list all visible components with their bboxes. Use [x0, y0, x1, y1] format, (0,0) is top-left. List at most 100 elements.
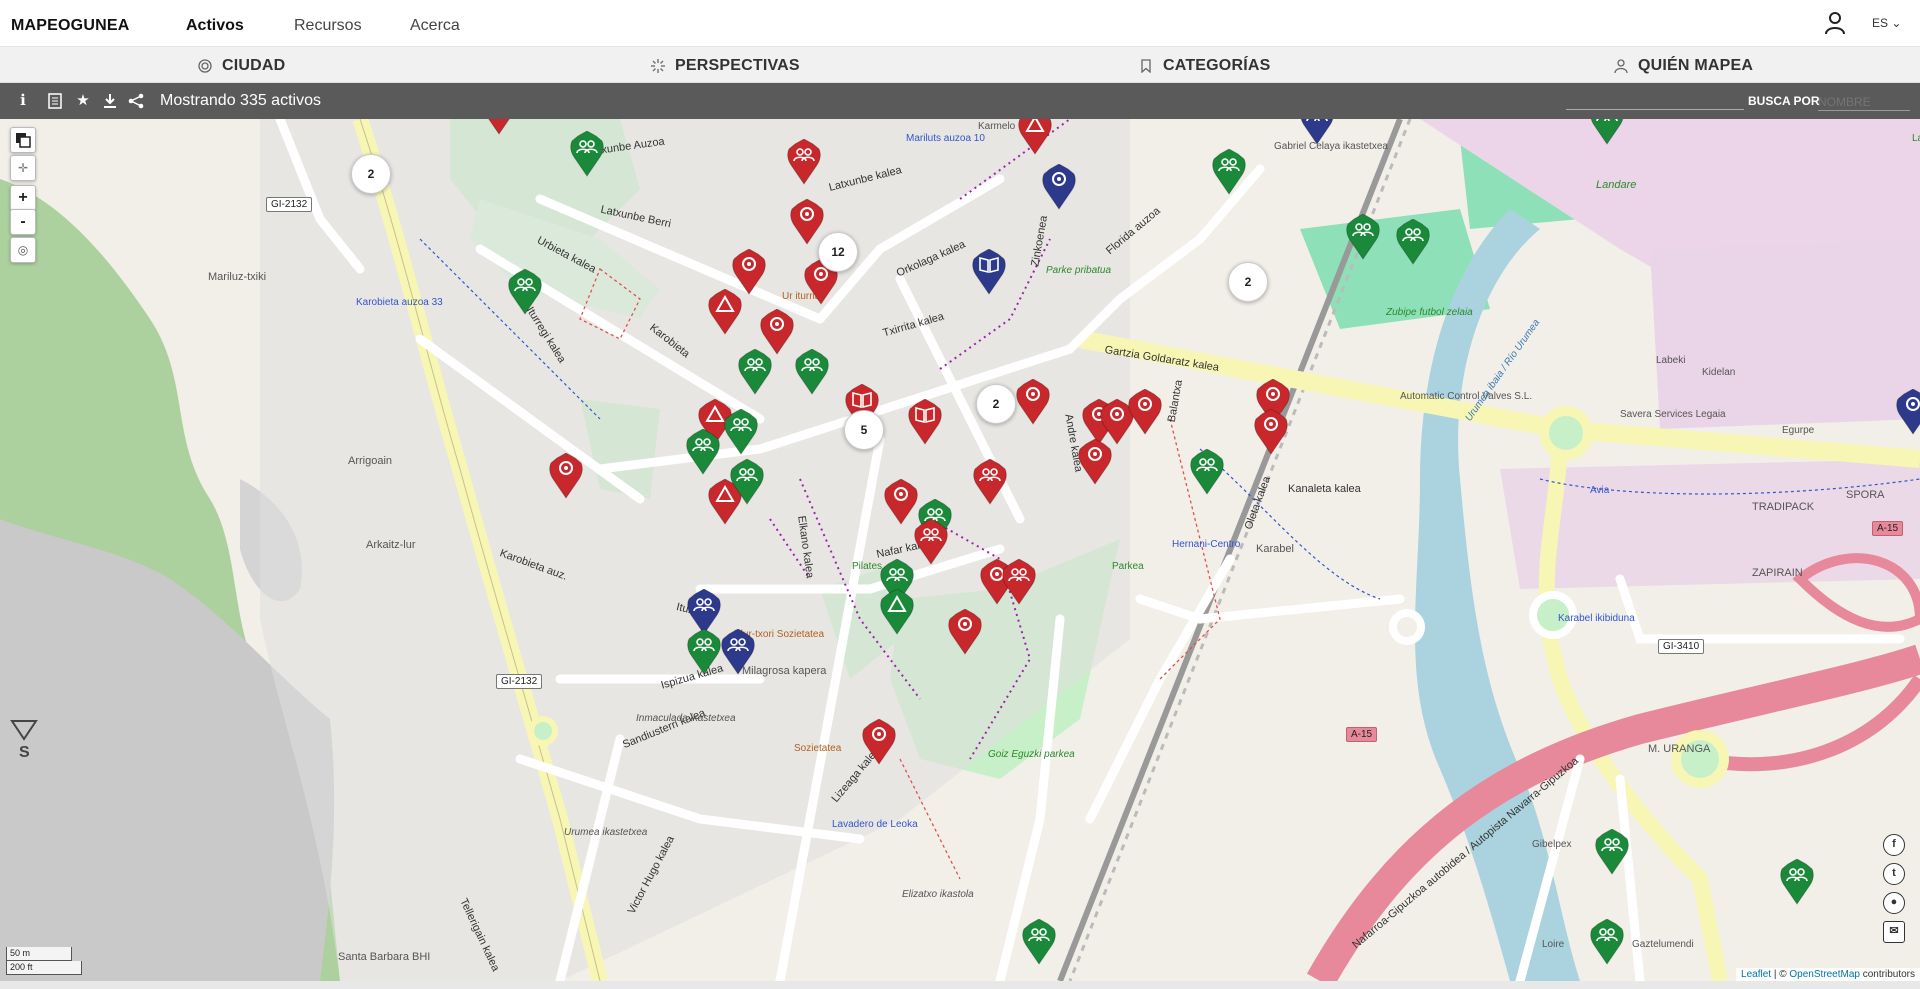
- place-label: Mariluz-txiki: [208, 271, 267, 283]
- location-asset-marker[interactable]: [1896, 389, 1920, 435]
- location-asset-marker[interactable]: [549, 453, 583, 499]
- zoom-out-button[interactable]: -: [10, 209, 36, 235]
- language-select[interactable]: ES ⌄: [1872, 16, 1901, 30]
- community-asset-marker[interactable]: [1780, 859, 1814, 905]
- community-asset-marker[interactable]: [1022, 919, 1056, 965]
- community-asset-marker[interactable]: [1346, 214, 1380, 260]
- filter-ciudad[interactable]: CIUDAD: [198, 57, 285, 75]
- nav-acerca[interactable]: Acerca: [410, 17, 460, 35]
- layers-toggle-button[interactable]: [10, 127, 36, 153]
- community-asset-marker[interactable]: [724, 409, 758, 455]
- road-shield: GI-3410: [1658, 639, 1705, 654]
- place-label: Loire: [1542, 939, 1565, 950]
- warning-asset-marker[interactable]: [1018, 119, 1052, 155]
- twitter-icon[interactable]: t: [1883, 863, 1905, 885]
- place-label: Avia: [1590, 485, 1610, 496]
- place-label: Urumea ikastetxea: [564, 827, 648, 838]
- locate-button[interactable]: ◎: [10, 237, 36, 263]
- attribution-tail: contributors: [1862, 969, 1915, 980]
- road-shield: A-15: [1346, 727, 1378, 742]
- filter-quien-mapea[interactable]: QUIÉN MAPEA: [1614, 57, 1753, 75]
- filter-perspectivas[interactable]: PERSPECTIVAS: [651, 57, 800, 75]
- community-asset-marker[interactable]: [508, 269, 542, 315]
- location-asset-marker[interactable]: [948, 609, 982, 655]
- fullscreen-button[interactable]: ✛: [10, 155, 36, 181]
- place-label: Elizatxo ikastola: [902, 889, 974, 900]
- location-asset-marker[interactable]: [790, 199, 824, 245]
- zoom-in-button[interactable]: +: [10, 185, 36, 211]
- map-canvas[interactable]: Latxunbe Auzoa Latxunbe Berri Urbieta ka…: [0, 119, 1920, 981]
- place-label: Karmelo: [978, 121, 1016, 132]
- location-asset-marker[interactable]: [862, 719, 896, 765]
- community-asset-marker[interactable]: [687, 629, 721, 675]
- community-asset-marker[interactable]: [721, 629, 755, 675]
- filter-bar: CIUDAD PERSPECTIVAS CATEGORÍAS QUIÉN MAP…: [0, 47, 1920, 83]
- share-icon[interactable]: [127, 92, 145, 110]
- map-toolbar: ℹ ★ Mostrando 335 activos BUSCA POR: [0, 83, 1920, 119]
- email-icon[interactable]: ✉: [1883, 921, 1905, 943]
- cluster-marker[interactable]: 2: [351, 154, 391, 194]
- location-asset-marker[interactable]: [884, 479, 918, 525]
- list-icon[interactable]: [46, 92, 64, 110]
- community-asset-marker[interactable]: [795, 349, 829, 395]
- location-asset-marker[interactable]: [482, 119, 516, 135]
- info-icon[interactable]: ℹ: [14, 92, 32, 110]
- place-label: Labeki: [1656, 355, 1686, 366]
- top-nav: MAPEOGUNEA Activos Recursos Acerca ES ⌄: [0, 0, 1920, 47]
- scale-metric: 50 m: [6, 947, 72, 961]
- place-label: Savera Services Legaia: [1620, 409, 1726, 420]
- warning-asset-marker[interactable]: [708, 289, 742, 335]
- community-asset-marker[interactable]: [1590, 919, 1624, 965]
- filter-ciudad-label: CIUDAD: [222, 57, 286, 74]
- cluster-marker[interactable]: 5: [844, 410, 884, 450]
- cluster-marker[interactable]: 2: [1228, 262, 1268, 302]
- place-label: Parke pribatua: [1046, 265, 1112, 276]
- road-shield: GI-2132: [266, 197, 313, 212]
- place-label: M. URANGA: [1648, 743, 1711, 755]
- move-icon: ✛: [17, 161, 29, 175]
- warning-asset-marker[interactable]: [880, 589, 914, 635]
- community-asset-marker[interactable]: [1300, 119, 1334, 145]
- filter-categorias[interactable]: CATEGORÍAS: [1139, 57, 1270, 75]
- cluster-marker[interactable]: 12: [818, 232, 858, 272]
- osm-link[interactable]: OpenStreetMap: [1789, 969, 1860, 980]
- user-icon[interactable]: [1824, 11, 1846, 35]
- person-icon: [1614, 59, 1628, 73]
- search-name-input[interactable]: [1818, 93, 1910, 111]
- spinner-icon: [651, 59, 665, 73]
- location-asset-marker[interactable]: [1078, 439, 1112, 485]
- community-asset-marker[interactable]: [730, 459, 764, 505]
- community-asset-marker[interactable]: [570, 131, 604, 177]
- nav-activos[interactable]: Activos: [186, 17, 244, 35]
- community-asset-marker[interactable]: [787, 139, 821, 185]
- location-asset-marker[interactable]: [1254, 409, 1288, 455]
- nav-recursos[interactable]: Recursos: [294, 17, 362, 35]
- place-label: Pilates: [852, 561, 883, 572]
- star-icon[interactable]: ★: [74, 92, 92, 110]
- brand-logo[interactable]: MAPEOGUNEA: [11, 17, 129, 35]
- location-asset-marker[interactable]: [1128, 389, 1162, 435]
- community-asset-marker[interactable]: [1190, 449, 1224, 495]
- education-asset-marker[interactable]: [908, 399, 942, 445]
- community-asset-marker[interactable]: [1595, 829, 1629, 875]
- location-asset-marker[interactable]: [1016, 379, 1050, 425]
- locate-icon: ◎: [17, 243, 29, 257]
- community-asset-marker[interactable]: [686, 429, 720, 475]
- place-label: Karabel ikibiduna: [1558, 613, 1635, 624]
- facebook-icon[interactable]: f: [1883, 834, 1905, 856]
- place-label: Automatic Control Valves S.L.: [1400, 391, 1533, 402]
- community-asset-marker[interactable]: [738, 349, 772, 395]
- leaflet-link[interactable]: Leaflet: [1741, 969, 1771, 980]
- community-asset-marker[interactable]: [1396, 219, 1430, 265]
- location-asset-marker[interactable]: [1042, 164, 1076, 210]
- community-asset-marker[interactable]: [1212, 149, 1246, 195]
- community-asset-marker[interactable]: [1590, 119, 1624, 145]
- cluster-marker[interactable]: 2: [976, 384, 1016, 424]
- community-asset-marker[interactable]: [914, 519, 948, 565]
- download-icon[interactable]: [101, 92, 119, 110]
- community-asset-marker[interactable]: [973, 459, 1007, 505]
- layers-icon: [16, 133, 31, 148]
- github-icon[interactable]: ●: [1883, 892, 1905, 914]
- education-asset-marker[interactable]: [972, 249, 1006, 295]
- community-asset-marker[interactable]: [1002, 559, 1036, 605]
